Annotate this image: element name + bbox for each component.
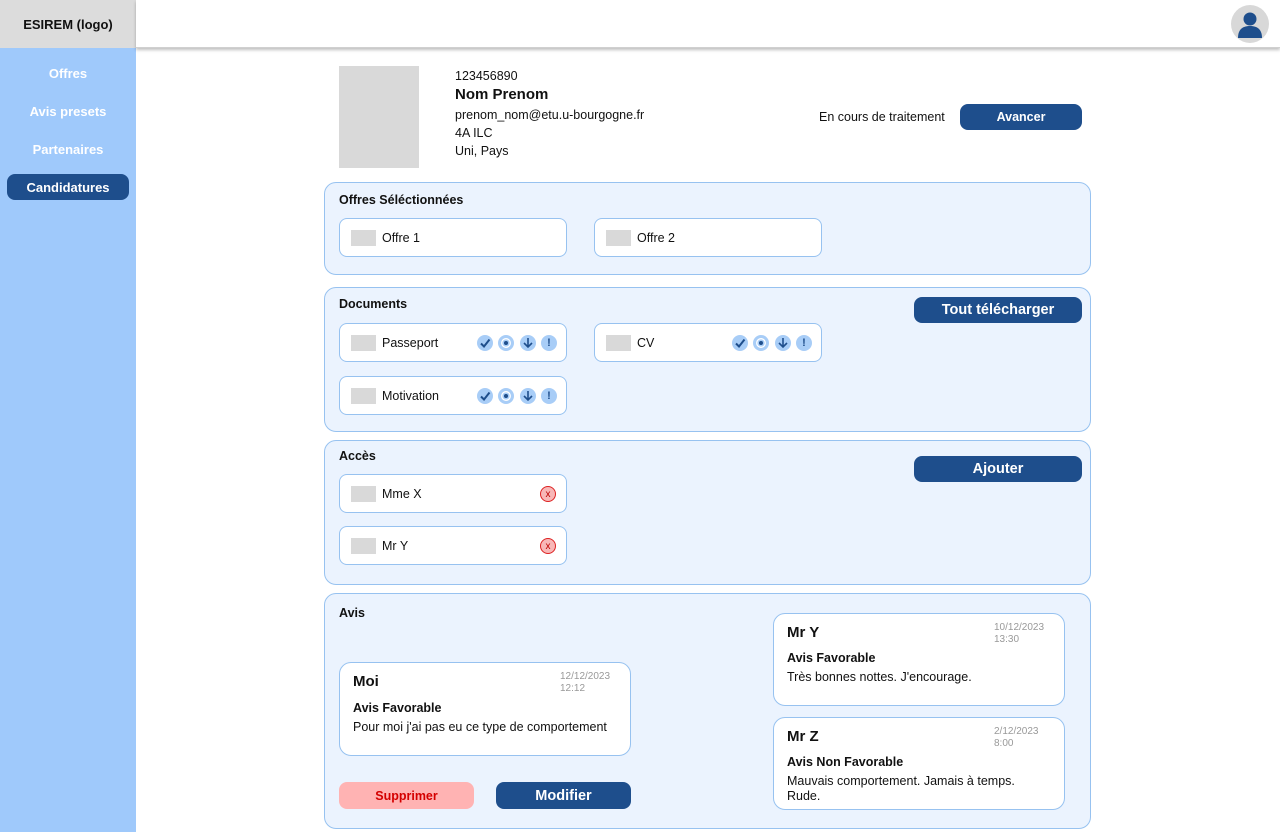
sidebar-item-offres[interactable]: Offres	[7, 60, 129, 86]
document-item[interactable]: Passeport !	[339, 323, 567, 362]
document-item[interactable]: Motivation !	[339, 376, 567, 415]
offer-label: Offre 2	[637, 231, 675, 245]
review-verdict: Avis Favorable	[353, 701, 442, 715]
view-icon[interactable]	[498, 388, 514, 404]
candidate-location: Uni, Pays	[455, 144, 509, 158]
sidebar: Offres Avis presets Partenaires Candidat…	[0, 48, 136, 832]
document-label: Motivation	[382, 389, 439, 403]
access-thumbnail	[351, 486, 376, 502]
documents-title: Documents	[339, 297, 408, 311]
check-icon[interactable]	[477, 335, 493, 351]
sidebar-item-partenaires[interactable]: Partenaires	[7, 136, 129, 162]
review-author: Mr Y	[787, 624, 820, 641]
access-item: Mme X x	[339, 474, 567, 513]
check-icon[interactable]	[477, 388, 493, 404]
check-icon[interactable]	[732, 335, 748, 351]
offer-item[interactable]: Offre 1	[339, 218, 567, 257]
review-text: Mauvais comportement. Jamais à temps. Ru…	[787, 774, 1015, 803]
review-item: Mr Y 10/12/2023 13:30 Avis Favorable Très…	[773, 613, 1065, 706]
document-label: CV	[637, 336, 655, 350]
candidate-email: prenom_nom@etu.u-bourgogne.fr	[455, 108, 645, 122]
access-item: Mr Y x	[339, 526, 567, 565]
document-item[interactable]: CV !	[594, 323, 822, 362]
review-item: Mr Z 2/12/2023 8:00 Avis Non Favorable Ma…	[773, 717, 1065, 810]
review-verdict: Avis Non Favorable	[787, 755, 904, 769]
candidate-photo	[339, 66, 419, 168]
download-icon[interactable]	[775, 335, 791, 351]
offers-card: Offres Séléctionnées Offre 1 Offre 2	[324, 182, 1091, 275]
download-icon[interactable]	[520, 388, 536, 404]
review-text: Pour moi j'ai pas eu ce type de comporte…	[353, 720, 607, 734]
user-avatar[interactable]	[1231, 5, 1269, 43]
offer-item[interactable]: Offre 2	[594, 218, 822, 257]
review-date: 12/12/2023 12:12	[560, 671, 611, 694]
view-icon[interactable]	[753, 335, 769, 351]
review-date: 2/12/2023 8:00	[994, 726, 1039, 749]
application-status: En cours de traitement	[819, 110, 945, 124]
document-label: Passeport	[382, 336, 439, 350]
access-label: Mr Y	[382, 539, 409, 553]
delete-review-button[interactable]: Supprimer	[339, 782, 474, 809]
edit-review-button[interactable]: Modifier	[496, 782, 631, 809]
offers-title: Offres Séléctionnées	[339, 193, 464, 207]
add-access-button[interactable]: Ajouter	[914, 456, 1082, 482]
candidate-name: Nom Prenom	[455, 86, 549, 103]
sidebar-item-candidatures[interactable]: Candidatures	[7, 174, 129, 200]
app-logo[interactable]: ESIREM (logo)	[0, 0, 136, 48]
documents-card: Documents Tout télécharger Passeport ! C…	[324, 287, 1091, 432]
candidate-id: 123456890	[455, 69, 518, 83]
access-card: Accès Ajouter Mme X x Mr Y x	[324, 440, 1091, 585]
download-all-button[interactable]: Tout télécharger	[914, 297, 1082, 323]
download-icon[interactable]	[520, 335, 536, 351]
candidate-program: 4A ILC	[455, 126, 493, 140]
remove-access-button[interactable]: x	[540, 486, 556, 502]
access-thumbnail	[351, 538, 376, 554]
alert-icon[interactable]: !	[541, 388, 557, 404]
view-icon[interactable]	[498, 335, 514, 351]
review-verdict: Avis Favorable	[787, 651, 876, 665]
offer-thumbnail	[606, 230, 631, 246]
offer-thumbnail	[351, 230, 376, 246]
alert-icon[interactable]: !	[541, 335, 557, 351]
review-author: Moi	[353, 673, 379, 690]
my-review: Moi 12/12/2023 12:12 Avis Favorable Pour …	[339, 662, 631, 756]
access-title: Accès	[339, 449, 376, 463]
access-label: Mme X	[382, 487, 422, 501]
remove-access-button[interactable]: x	[540, 538, 556, 554]
alert-icon[interactable]: !	[796, 335, 812, 351]
document-thumbnail	[351, 388, 376, 404]
reviews-title: Avis	[339, 606, 365, 620]
document-thumbnail	[606, 335, 631, 351]
advance-button[interactable]: Avancer	[960, 104, 1082, 130]
document-thumbnail	[351, 335, 376, 351]
review-date: 10/12/2023 13:30	[994, 622, 1045, 645]
top-bar	[136, 0, 1280, 48]
offer-label: Offre 1	[382, 231, 420, 245]
review-author: Mr Z	[787, 728, 819, 745]
review-text: Très bonnes nottes. J'encourage.	[787, 670, 972, 684]
sidebar-item-avis-presets[interactable]: Avis presets	[7, 98, 129, 124]
user-icon	[1238, 12, 1262, 38]
